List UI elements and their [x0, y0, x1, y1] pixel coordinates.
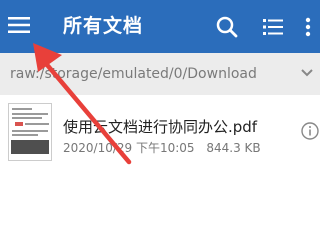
file-list-item[interactable]: 使用云文档进行协同办公.pdf 2020/10/29 下午10:05 844.3… [0, 95, 320, 170]
more-options-button[interactable] [297, 12, 319, 42]
file-meta: 2020/10/29 下午10:05 844.3 KB [63, 140, 261, 156]
hamburger-menu-icon [8, 17, 30, 33]
page-title: 所有文档 [63, 15, 144, 37]
app-bar: 所有文档 [0, 0, 320, 53]
more-vert-icon [305, 17, 311, 37]
list-view-icon [263, 19, 283, 35]
file-date: 2020/10/29 下午10:05 [63, 141, 195, 155]
hamburger-menu-button[interactable] [0, 0, 40, 53]
path-bar[interactable]: raw:/storage/emulated/0/Download [0, 53, 320, 95]
info-icon [301, 122, 319, 140]
file-size: 844.3 KB [206, 141, 261, 155]
search-button[interactable] [212, 12, 242, 42]
file-name: 使用云文档进行协同办公.pdf [63, 118, 258, 136]
current-path: raw:/storage/emulated/0/Download [10, 66, 257, 82]
search-icon [216, 16, 238, 38]
list-view-button[interactable] [258, 12, 288, 42]
chevron-down-icon[interactable] [300, 66, 314, 80]
file-info-button[interactable] [300, 121, 320, 141]
file-thumbnail [8, 103, 52, 161]
